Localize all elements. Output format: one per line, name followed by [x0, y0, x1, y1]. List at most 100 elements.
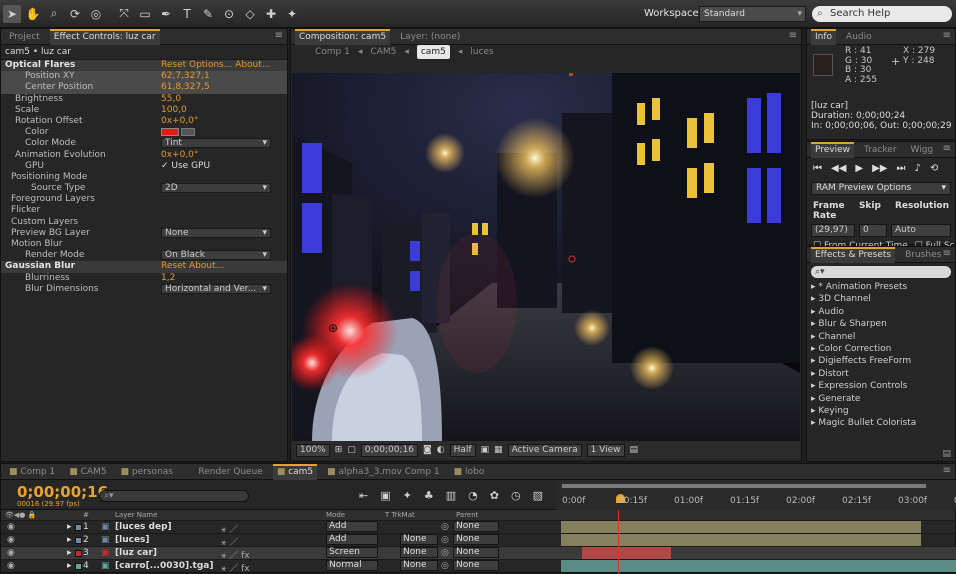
timeline-tab[interactable]: ■ cam5: [272, 463, 318, 480]
effect-row[interactable]: Rotation Offset 0x+0,0°: [1, 116, 287, 127]
effect-category[interactable]: ▸ Digieffects FreeForm: [807, 355, 955, 367]
effect-category[interactable]: ▸ Channel: [807, 331, 955, 343]
first-frame-icon[interactable]: ⏮: [813, 163, 822, 174]
shy-layers-icon[interactable]: ♣: [424, 489, 434, 502]
effect-row[interactable]: GPU ✓ Use GPU: [1, 161, 287, 172]
disclosure-triangle-icon[interactable]: ▸: [67, 548, 72, 558]
tab-audio[interactable]: Audio: [842, 29, 876, 45]
tab-wiggler[interactable]: Wigg: [907, 142, 938, 158]
effect-row[interactable]: Color Mode Tint ▾: [1, 138, 287, 149]
workspace-select[interactable]: Standard ▾: [699, 6, 806, 22]
effect-row[interactable]: Brightness 55,0: [1, 94, 287, 105]
tab-tracker[interactable]: Tracker: [860, 142, 900, 158]
pickwhip-icon[interactable]: ◎: [441, 535, 449, 545]
column-parent[interactable]: Parent: [456, 511, 478, 519]
time-ruler[interactable]: 0:00f 00:15f 01:00f 01:15f 02:00f 02:15f 03:00…: [556, 480, 956, 510]
breadcrumb-item[interactable]: CAM5: [370, 45, 396, 59]
timeline-tab[interactable]: ■ CAM5: [65, 464, 110, 480]
resolution-select[interactable]: Auto: [891, 224, 951, 237]
effect-select[interactable]: None ▾: [161, 227, 271, 238]
layer-mode-select[interactable]: Screen: [326, 547, 378, 558]
puppet-tool-icon[interactable]: ✦: [283, 5, 301, 23]
table-row[interactable]: ◉ ▸ 2 ▣ [luces] ⚹ ／ Add None ◎ None: [1, 533, 956, 548]
layer-label-color[interactable]: [75, 550, 82, 557]
layer-duration-bar[interactable]: [561, 534, 921, 546]
current-time-indicator[interactable]: [618, 510, 619, 574]
layer-parent-select[interactable]: None: [453, 547, 499, 558]
effect-value[interactable]: 55,0: [161, 94, 181, 105]
disclosure-triangle-icon[interactable]: ▸: [67, 522, 72, 532]
layer-trkmat-select[interactable]: None: [400, 547, 438, 558]
audio-icon[interactable]: ♪: [914, 163, 920, 174]
effect-select[interactable]: On Black ▾: [161, 250, 271, 261]
view-layout-select[interactable]: 1 View: [586, 443, 625, 457]
play-icon[interactable]: ▶: [855, 163, 863, 174]
effect-category[interactable]: ▸ 3D Channel: [807, 293, 955, 305]
loop-icon[interactable]: ⟲: [930, 163, 938, 174]
prev-frame-icon[interactable]: ◀◀: [831, 163, 846, 174]
clone-stamp-tool-icon[interactable]: ⊙: [220, 5, 238, 23]
camera-tool-icon[interactable]: ◎: [87, 5, 105, 23]
mask-tool-icon[interactable]: ▭: [136, 5, 154, 23]
layer-parent-select[interactable]: None: [453, 560, 499, 571]
effect-category[interactable]: ▸ Blur & Sharpen: [807, 318, 955, 330]
layer-mode-select[interactable]: Add: [326, 521, 378, 532]
graph-editor-icon[interactable]: ▧: [533, 489, 543, 502]
layer-parent-select[interactable]: None: [453, 521, 499, 532]
layer-duration-bar[interactable]: [561, 521, 921, 533]
layer-label-color[interactable]: [75, 537, 82, 544]
eye-icon[interactable]: ◉: [7, 561, 15, 571]
frame-blending-icon[interactable]: ▥: [446, 489, 456, 502]
tab-brushes[interactable]: Brushes: [901, 247, 945, 263]
effect-value[interactable]: Reset About...: [161, 261, 224, 272]
table-row[interactable]: ◉ ▸ 4 ▣ [carro[...0030].tga] ⚹ ／ fx Normal None…: [1, 559, 956, 574]
eye-icon[interactable]: ◉: [7, 522, 15, 532]
panel-menu-icon[interactable]: ≡: [275, 30, 283, 41]
pickwhip-icon[interactable]: ◎: [441, 561, 449, 571]
tab-project[interactable]: Project: [5, 29, 44, 45]
effect-category[interactable]: ▸ Generate: [807, 393, 955, 405]
panel-menu-icon[interactable]: ≡: [789, 30, 797, 41]
hand-tool-icon[interactable]: ✋: [24, 5, 42, 23]
effect-row[interactable]: Color: [1, 127, 287, 138]
layer-mode-select[interactable]: Normal: [326, 560, 378, 571]
effect-row[interactable]: Position XY 62,7,327,1: [1, 71, 287, 83]
effect-category[interactable]: ▸ Audio: [807, 306, 955, 318]
current-time-display[interactable]: 0;00;00;16: [360, 443, 418, 457]
column-trkmat[interactable]: T TrkMat: [385, 511, 415, 519]
eye-icon[interactable]: ◉: [7, 535, 15, 545]
timeline-tab[interactable]: ■ lobo: [450, 464, 489, 480]
effect-row[interactable]: Custom Layers: [1, 217, 287, 228]
camera-select[interactable]: Active Camera: [507, 443, 582, 457]
pixel-aspect-icon[interactable]: ▤: [630, 445, 639, 455]
eyedropper-icon[interactable]: [181, 127, 195, 136]
effect-row[interactable]: Source Type 2D ▾: [1, 183, 287, 194]
disclosure-triangle-icon[interactable]: ▸: [67, 535, 72, 545]
column-mode[interactable]: Mode: [326, 511, 345, 519]
panel-menu-icon[interactable]: ≡: [943, 465, 951, 476]
panel-menu-icon[interactable]: ≡: [943, 248, 951, 259]
table-row[interactable]: ◉ ▸ 3 ▣ [luz car] ⚹ ／ fx Screen None ◎ None: [1, 546, 956, 561]
effect-select[interactable]: 2D ▾: [161, 183, 271, 194]
next-frame-icon[interactable]: ▶▶: [872, 163, 887, 174]
effect-row[interactable]: Foreground Layers: [1, 194, 287, 205]
timeline-tab[interactable]: ■ Render Queue: [183, 464, 267, 480]
layer-duration-bar[interactable]: [561, 560, 956, 572]
breadcrumb-item[interactable]: luces: [470, 45, 493, 59]
last-frame-icon[interactable]: ⏭: [896, 163, 905, 174]
table-row[interactable]: ◉ ▸ 1 ▣ [luces dep] ⚹ ／ Add ◎ None: [1, 520, 956, 535]
layer-name[interactable]: [carro[...0030].tga]: [115, 561, 213, 571]
effect-value[interactable]: ✓ Use GPU: [161, 161, 210, 172]
disclosure-triangle-icon[interactable]: ▸: [67, 561, 72, 571]
effect-category[interactable]: ▸ Color Correction: [807, 343, 955, 355]
effect-row[interactable]: Gaussian Blur Reset About...: [1, 261, 287, 273]
pickwhip-icon[interactable]: ◎: [441, 548, 449, 558]
effect-category[interactable]: ▸ * Animation Presets: [807, 281, 955, 293]
work-area-bar[interactable]: [562, 484, 926, 488]
breadcrumb-item[interactable]: cam5: [416, 45, 450, 59]
effects-search-input[interactable]: ⌕▾: [811, 266, 951, 278]
search-help-input[interactable]: ⌕ Search Help: [812, 6, 952, 22]
eraser-tool-icon[interactable]: ◇: [241, 5, 259, 23]
roto-brush-tool-icon[interactable]: ✚: [262, 5, 280, 23]
zoom-tool-icon[interactable]: ⌕: [45, 5, 63, 23]
